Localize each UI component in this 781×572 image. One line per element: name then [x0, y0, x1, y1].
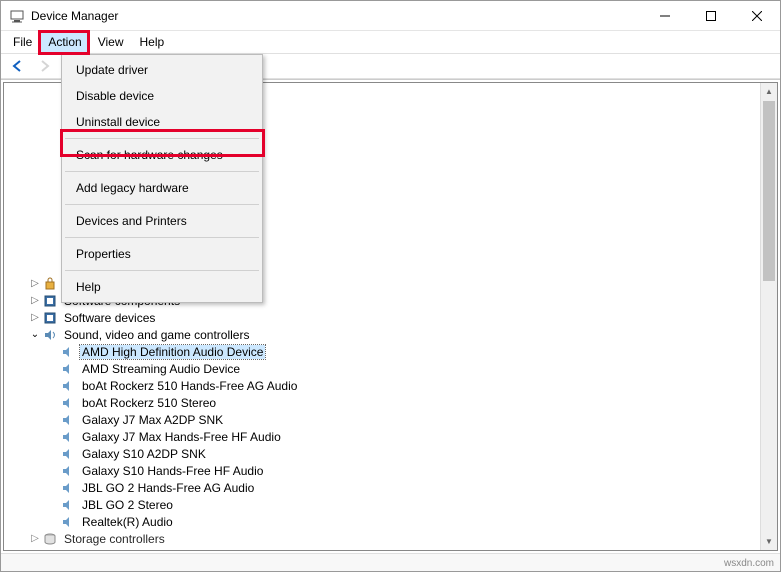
- tree-item-sound-device[interactable]: Realtek(R) Audio: [4, 513, 760, 530]
- menu-update-driver[interactable]: Update driver: [64, 57, 260, 83]
- tree-label: JBL GO 2 Hands-Free AG Audio: [80, 481, 256, 495]
- menu-separator: [65, 237, 259, 238]
- speaker-icon: [60, 497, 76, 513]
- tree-label: Galaxy J7 Max Hands-Free HF Audio: [80, 430, 283, 444]
- tree-label: Galaxy S10 A2DP SNK: [80, 447, 208, 461]
- minimize-button[interactable]: [642, 1, 688, 31]
- status-bar: [1, 553, 780, 571]
- back-button[interactable]: [7, 56, 29, 76]
- speaker-icon: [60, 344, 76, 360]
- tree-label: Realtek(R) Audio: [80, 515, 175, 529]
- speaker-icon: [60, 463, 76, 479]
- vertical-scrollbar[interactable]: ▲ ▼: [760, 83, 777, 550]
- scroll-down-icon[interactable]: ▼: [761, 533, 777, 550]
- software-device-icon: [42, 310, 58, 326]
- scroll-up-icon[interactable]: ▲: [761, 83, 777, 100]
- forward-button[interactable]: [33, 56, 55, 76]
- tree-category-sound[interactable]: ⌄ Sound, video and game controllers: [4, 326, 760, 343]
- speaker-icon: [60, 395, 76, 411]
- menu-properties[interactable]: Properties: [64, 241, 260, 267]
- tree-item-sound-device[interactable]: boAt Rockerz 510 Hands-Free AG Audio: [4, 377, 760, 394]
- speaker-icon: [60, 514, 76, 530]
- chevron-right-icon[interactable]: ▷: [28, 278, 42, 289]
- menu-separator: [65, 270, 259, 271]
- tree-item-sound-device[interactable]: boAt Rockerz 510 Stereo: [4, 394, 760, 411]
- chevron-right-icon[interactable]: ▷: [28, 312, 42, 323]
- tree-label: Galaxy J7 Max A2DP SNK: [80, 413, 225, 427]
- tree-category-software-devices[interactable]: ▷ Software devices: [4, 309, 760, 326]
- tree-item-sound-device[interactable]: Galaxy J7 Max Hands-Free HF Audio: [4, 428, 760, 445]
- app-icon: [9, 8, 25, 24]
- tree-label: boAt Rockerz 510 Stereo: [80, 396, 218, 410]
- chevron-right-icon[interactable]: ▷: [28, 533, 42, 544]
- tree-category-storage[interactable]: ▷ Storage controllers: [4, 530, 760, 547]
- tree-item-sound-device[interactable]: JBL GO 2 Stereo: [4, 496, 760, 513]
- security-device-icon: [42, 276, 58, 292]
- menu-devices-printers[interactable]: Devices and Printers: [64, 208, 260, 234]
- tree-label: Storage controllers: [62, 532, 167, 546]
- speaker-icon: [60, 361, 76, 377]
- menu-separator: [65, 204, 259, 205]
- menu-help[interactable]: Help: [132, 31, 173, 53]
- speaker-icon: [60, 480, 76, 496]
- menu-file[interactable]: File: [5, 31, 40, 53]
- close-button[interactable]: [734, 1, 780, 31]
- tree-label: JBL GO 2 Stereo: [80, 498, 175, 512]
- tree-item-sound-device[interactable]: AMD High Definition Audio Device: [4, 343, 760, 360]
- menu-view[interactable]: View: [90, 31, 132, 53]
- menu-help-item[interactable]: Help: [64, 274, 260, 300]
- action-dropdown-menu: Update driver Disable device Uninstall d…: [61, 54, 263, 303]
- speaker-icon: [60, 446, 76, 462]
- tree-item-sound-device[interactable]: Galaxy S10 Hands-Free HF Audio: [4, 462, 760, 479]
- speaker-icon: [60, 378, 76, 394]
- tree-label: boAt Rockerz 510 Hands-Free AG Audio: [80, 379, 299, 393]
- tree-label: Software devices: [62, 311, 157, 325]
- menu-disable-device[interactable]: Disable device: [64, 83, 260, 109]
- watermark: wsxdn.com: [724, 558, 774, 569]
- maximize-button[interactable]: [688, 1, 734, 31]
- speaker-icon: [60, 412, 76, 428]
- tree-item-sound-device[interactable]: Galaxy S10 A2DP SNK: [4, 445, 760, 462]
- tree-item-sound-device[interactable]: AMD Streaming Audio Device: [4, 360, 760, 377]
- tree-label: AMD Streaming Audio Device: [80, 362, 242, 376]
- chevron-down-icon[interactable]: ⌄: [28, 329, 42, 340]
- menu-uninstall-device[interactable]: Uninstall device: [64, 109, 260, 135]
- scrollbar-thumb[interactable]: [763, 101, 775, 281]
- menu-add-legacy[interactable]: Add legacy hardware: [64, 175, 260, 201]
- window-title: Device Manager: [31, 9, 642, 23]
- tree-label: Sound, video and game controllers: [62, 328, 251, 342]
- menu-separator: [65, 138, 259, 139]
- tree-label: AMD High Definition Audio Device: [80, 345, 265, 359]
- storage-icon: [42, 531, 58, 547]
- tree-item-sound-device[interactable]: Galaxy J7 Max A2DP SNK: [4, 411, 760, 428]
- menu-action[interactable]: Action: [40, 31, 89, 53]
- sound-icon: [42, 327, 58, 343]
- window-controls: [642, 1, 780, 31]
- title-bar: Device Manager: [1, 1, 780, 31]
- tree-item-sound-device[interactable]: JBL GO 2 Hands-Free AG Audio: [4, 479, 760, 496]
- software-component-icon: [42, 293, 58, 309]
- speaker-icon: [60, 429, 76, 445]
- menu-scan-hardware[interactable]: Scan for hardware changes: [64, 142, 260, 168]
- menu-separator: [65, 171, 259, 172]
- chevron-right-icon[interactable]: ▷: [28, 295, 42, 306]
- tree-label: Galaxy S10 Hands-Free HF Audio: [80, 464, 265, 478]
- menu-bar: File Action View Help: [1, 31, 780, 53]
